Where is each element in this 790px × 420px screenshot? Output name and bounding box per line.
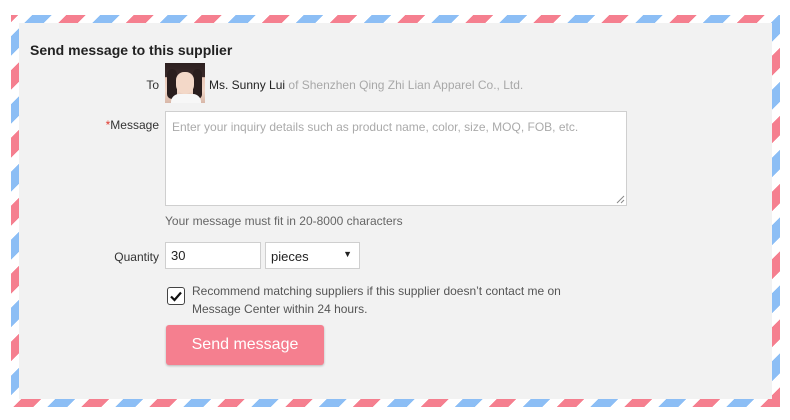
message-textarea[interactable] <box>165 111 627 206</box>
message-label: *Message <box>79 118 159 132</box>
recommend-text: Recommend matching suppliers if this sup… <box>192 284 561 316</box>
resize-grip-icon[interactable] <box>615 194 625 204</box>
supplier-company: of Shenzhen Qing Zhi Lian Apparel Co., L… <box>288 78 524 92</box>
avatar-shirt <box>171 94 201 103</box>
supplier-avatar <box>165 63 205 103</box>
send-message-button[interactable]: Send message <box>166 325 324 365</box>
checkmark-icon <box>170 291 182 302</box>
caret-down-icon: ▼ <box>343 249 352 259</box>
avatar-face <box>176 72 194 94</box>
message-label-text: Message <box>110 118 159 132</box>
form-title: Send message to this supplier <box>30 42 233 58</box>
quantity-label: Quantity <box>114 250 159 264</box>
recommend-checkbox[interactable] <box>167 287 185 305</box>
airmail-border: Send message to this supplier To Ms. Sun… <box>11 15 780 407</box>
message-form-panel: Send message to this supplier To Ms. Sun… <box>19 23 772 399</box>
unit-select[interactable]: pieces ▼ <box>265 242 360 269</box>
to-label: To <box>146 78 159 92</box>
unit-select-value: pieces <box>271 249 309 264</box>
supplier-info: Ms. Sunny Lui of Shenzhen Qing Zhi Lian … <box>209 78 523 92</box>
message-length-hint: Your message must fit in 20-8000 charact… <box>165 214 403 228</box>
supplier-name: Ms. Sunny Lui <box>209 78 286 92</box>
quantity-input[interactable] <box>165 242 261 269</box>
